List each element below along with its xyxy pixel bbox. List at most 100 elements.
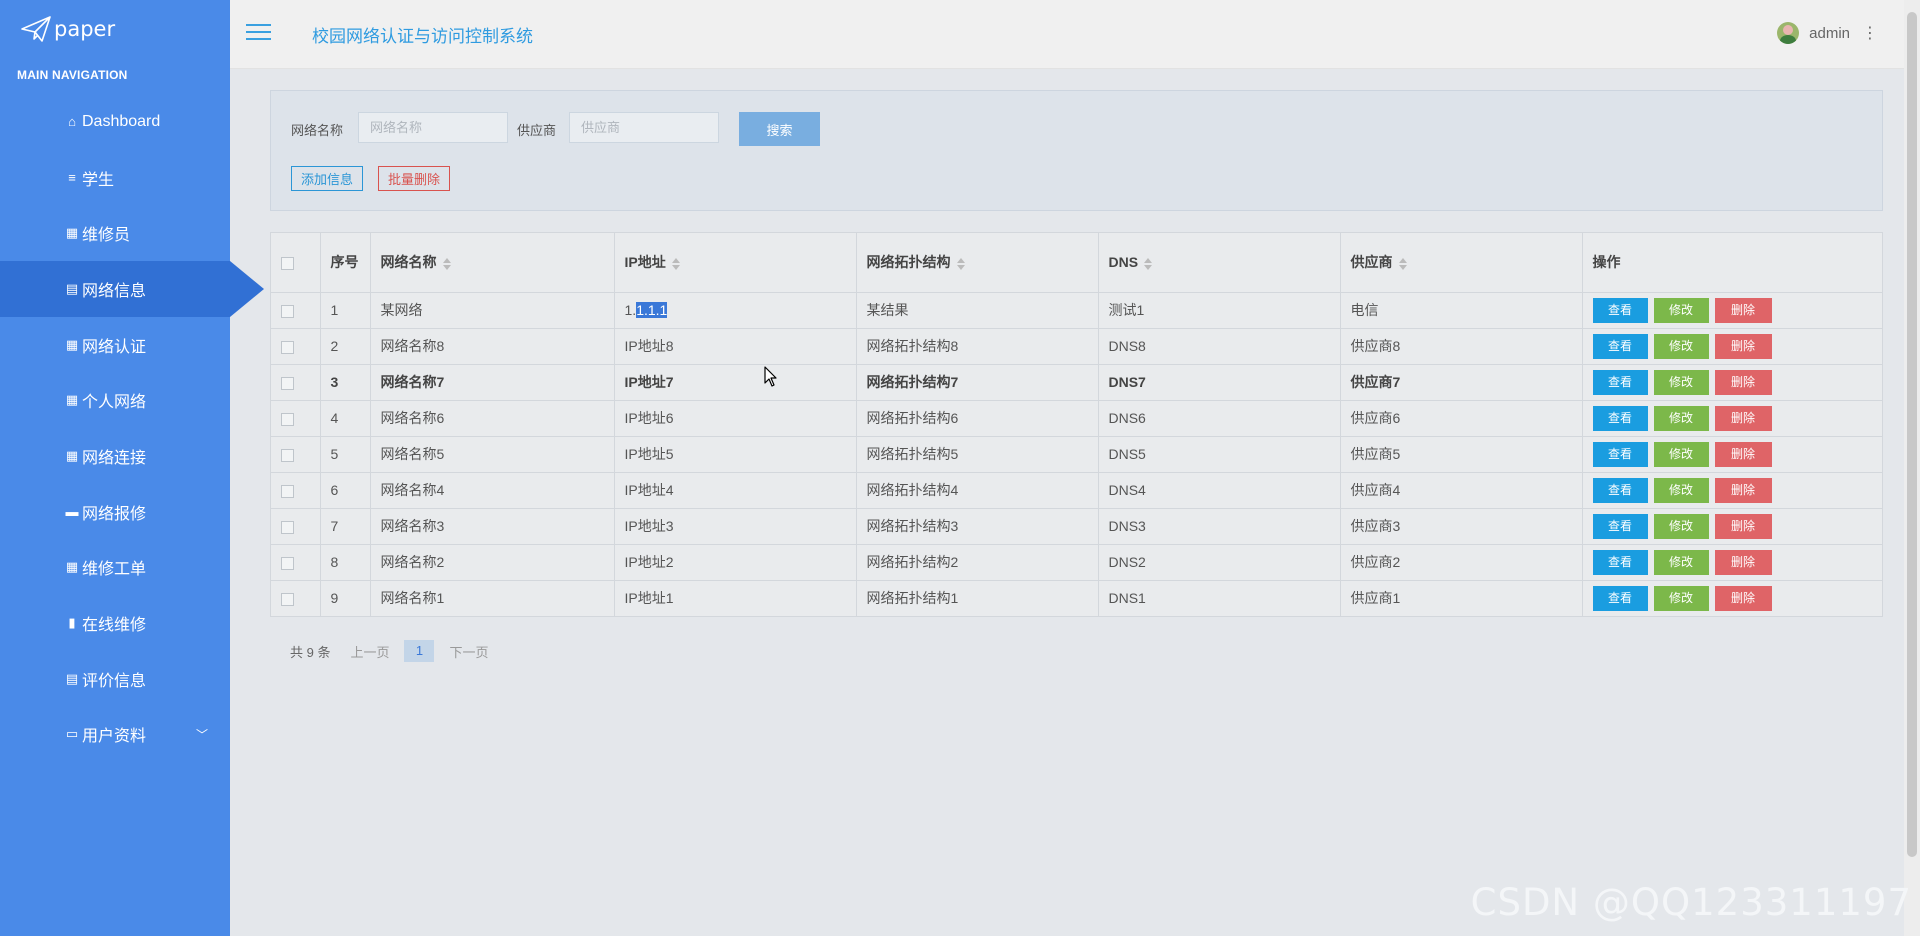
delete-button[interactable]: 删除 [1714,513,1772,539]
cell-vendor: 供应商5 [1340,436,1583,473]
edit-button[interactable]: 修改 [1653,513,1709,539]
edit-button[interactable]: 修改 [1653,585,1709,611]
sidebar-item-network-connection[interactable]: ▦ 网络连接 [0,428,230,484]
edit-button[interactable]: 修改 [1653,441,1709,467]
sidebar-item-personal-network[interactable]: ▦ 个人网络 [0,372,230,428]
sidebar-item-user-profile[interactable]: ▭ 用户资料 ﹀ [0,707,230,763]
col-header-ip[interactable]: IP地址 [614,233,857,293]
edit-button[interactable]: 修改 [1653,333,1709,359]
col-header-vendor[interactable]: 供应商 [1340,233,1583,293]
add-info-button[interactable]: 添加信息 [291,166,364,191]
row-checkbox[interactable] [281,340,294,354]
cell-ip: IP地址6 [614,400,857,437]
view-button[interactable]: 查看 [1592,333,1648,359]
row-checkbox[interactable] [281,304,294,318]
row-checkbox[interactable] [281,412,294,426]
cell-network-name: 网络名称4 [370,472,615,509]
view-button[interactable]: 查看 [1592,369,1648,395]
sort-icon[interactable] [442,257,451,270]
search-button[interactable]: 搜索 [739,112,820,146]
table-row[interactable]: 9 网络名称1 IP地址1 网络拓扑结构1 DNS1 供应商1 查看 修改 删除 [271,580,1882,616]
sort-icon[interactable] [671,257,680,270]
row-checkbox[interactable] [281,448,294,462]
sort-icon[interactable] [1398,257,1407,270]
col-header-dns[interactable]: DNS [1098,233,1341,293]
view-button[interactable]: 查看 [1592,549,1648,575]
view-button[interactable]: 查看 [1592,513,1648,539]
delete-button[interactable]: 删除 [1714,297,1772,323]
menu-toggle-icon[interactable] [246,24,271,44]
row-checkbox[interactable] [281,556,294,570]
table-row[interactable]: 2 网络名称8 IP地址8 网络拓扑结构8 DNS8 供应商8 查看 修改 删除 [271,328,1882,365]
table-row[interactable]: 8 网络名称2 IP地址2 网络拓扑结构2 DNS2 供应商2 查看 修改 删除 [271,544,1882,581]
delete-button[interactable]: 删除 [1714,441,1772,467]
view-button[interactable]: 查看 [1592,405,1648,431]
col-header-network-name[interactable]: 网络名称 [370,233,615,293]
view-button[interactable]: 查看 [1592,297,1648,323]
edit-button[interactable]: 修改 [1653,477,1709,503]
sidebar-item-network-info[interactable]: ▤ 网络信息 [0,261,264,317]
view-button[interactable]: 查看 [1592,585,1648,611]
select-all-checkbox[interactable] [281,257,294,271]
sidebar-item-dashboard[interactable]: ⌂ Dashboard [0,94,230,150]
pagination: 共 9 条 上一页 1 下一页 [290,640,489,662]
cell-no: 4 [320,400,371,437]
sidebar-item-label: 维修工单 [82,561,147,579]
table-row[interactable]: 6 网络名称4 IP地址4 网络拓扑结构4 DNS4 供应商4 查看 修改 删除 [271,472,1882,509]
vendor-input[interactable] [569,112,719,143]
delete-button[interactable]: 删除 [1714,585,1772,611]
row-checkbox[interactable] [281,484,294,498]
delete-button[interactable]: 删除 [1714,369,1772,395]
sidebar-item-reviews[interactable]: ▤ 评价信息 [0,651,230,707]
batch-delete-button[interactable]: 批量删除 [378,166,451,191]
view-button[interactable]: 查看 [1592,477,1648,503]
logo[interactable]: paper [0,0,230,58]
row-checkbox[interactable] [281,376,294,390]
sidebar-item-online-repair[interactable]: ▮ 在线维修 [0,595,230,651]
briefcase-icon: ▬ [65,504,79,520]
sidebar-item-network-auth[interactable]: ▦ 网络认证 [0,317,230,373]
sort-icon[interactable] [956,257,965,270]
cell-topology: 某结果 [856,292,1099,329]
cell-network-name: 网络名称8 [370,328,615,365]
grid-icon: ▦ [65,392,79,408]
sidebar-item-label: 在线维修 [82,617,147,635]
cell-vendor: 供应商4 [1340,472,1583,509]
row-checkbox[interactable] [281,593,294,607]
row-checkbox[interactable] [281,520,294,534]
next-page-link[interactable]: 下一页 [449,642,488,661]
edit-button[interactable]: 修改 [1653,297,1709,323]
sidebar-item-network-repair[interactable]: ▬ 网络报修 [0,484,230,540]
prev-page-link[interactable]: 上一页 [350,642,389,661]
sidebar-item-students[interactable]: ≡ 学生 [0,150,230,206]
table-row[interactable]: 7 网络名称3 IP地址3 网络拓扑结构3 DNS3 供应商3 查看 修改 删除 [271,508,1882,545]
edit-button[interactable]: 修改 [1653,549,1709,575]
more-vertical-icon[interactable]: ⋮ [1862,23,1878,43]
delete-button[interactable]: 删除 [1714,333,1772,359]
scrollbar-thumb[interactable] [1907,12,1917,857]
user-menu[interactable]: admin ⋮ [1777,22,1878,44]
sidebar-item-work-orders[interactable]: ▦ 维修工单 [0,540,230,596]
ip-text: IP地址4 [624,482,674,498]
table-row[interactable]: 4 网络名称6 IP地址6 网络拓扑结构6 DNS6 供应商6 查看 修改 删除 [271,400,1882,437]
table-row[interactable]: 5 网络名称5 IP地址5 网络拓扑结构5 DNS5 供应商5 查看 修改 删除 [271,436,1882,473]
view-button[interactable]: 查看 [1592,441,1648,467]
delete-button[interactable]: 删除 [1714,477,1772,503]
col-header-topology[interactable]: 网络拓扑结构 [856,233,1099,293]
header-label: IP地址 [624,254,666,271]
cell-dns: DNS6 [1098,400,1341,437]
table-header-row: 序号 网络名称 IP地址 网络拓扑结构 DNS 供应商 操作 [271,233,1882,293]
page-number-button[interactable]: 1 [404,640,435,662]
edit-button[interactable]: 修改 [1653,405,1709,431]
cell-dns: DNS8 [1098,328,1341,365]
table-row[interactable]: 3 网络名称7 IP地址7 网络拓扑结构7 DNS7 供应商7 查看 修改 删除 [271,364,1882,401]
header-label: 网络拓扑结构 [866,254,951,271]
sort-icon[interactable] [1144,257,1153,270]
delete-button[interactable]: 删除 [1714,405,1772,431]
table-row[interactable]: 1 某网络 1.1.1.1 某结果 测试1 电信 查看 修改 删除 [271,292,1882,329]
scrollbar[interactable] [1904,0,1920,936]
network-name-input[interactable] [358,112,508,143]
sidebar-item-repairmen[interactable]: ▦ 维修员 [0,205,230,261]
edit-button[interactable]: 修改 [1653,369,1709,395]
delete-button[interactable]: 删除 [1714,549,1772,575]
